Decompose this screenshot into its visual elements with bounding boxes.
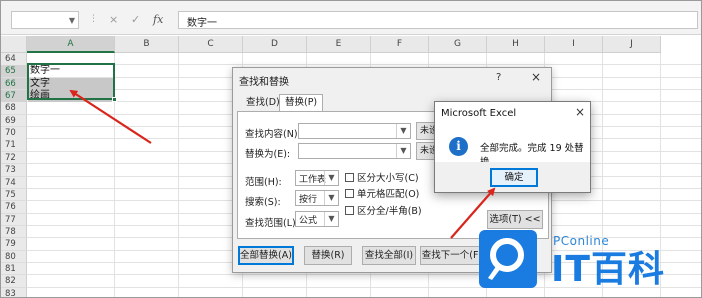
magnifier-logo-icon	[479, 230, 537, 288]
grid-row-line	[27, 64, 701, 66]
tab-replace[interactable]: 替换(P)	[279, 94, 324, 112]
find-next-button[interactable]: 查找下一个(F)	[420, 246, 484, 265]
row-header-68[interactable]: 68	[1, 102, 27, 115]
replace-with-input[interactable]: ▼	[298, 143, 411, 159]
name-box[interactable]: ▼	[11, 11, 79, 29]
message-box-footer: 确定	[435, 162, 590, 192]
look-in-value: 公式	[299, 216, 318, 226]
row-header-70[interactable]: 70	[1, 127, 27, 140]
row-header-74[interactable]: 74	[1, 176, 27, 189]
chevron-down-icon[interactable]: ▼	[69, 16, 75, 25]
row-header-83[interactable]: 83	[1, 287, 27, 297]
find-what-label: 查找内容(N):	[245, 129, 301, 140]
match-width-checkbox[interactable]: 区分全/半角(B)	[345, 203, 422, 217]
match-cell-label: 单元格匹配(O)	[357, 189, 420, 200]
row-header-72[interactable]: 72	[1, 151, 27, 165]
close-icon[interactable]: ×	[575, 105, 585, 119]
select-all-corner[interactable]	[1, 36, 27, 53]
column-header-b[interactable]: B	[115, 36, 179, 53]
column-header-j[interactable]: J	[603, 36, 661, 53]
row-header-67[interactable]: 67	[1, 90, 27, 103]
column-header-i[interactable]: I	[545, 36, 603, 53]
row-header-78[interactable]: 78	[1, 225, 27, 239]
formula-input[interactable]: 数字一	[178, 11, 698, 29]
replace-button[interactable]: 替换(R)	[304, 246, 352, 265]
row-header-64[interactable]: 64	[1, 53, 27, 66]
row-header-77[interactable]: 77	[1, 213, 27, 227]
drag-handle-icon[interactable]: ⋮	[89, 14, 98, 24]
look-in-label: 查找范围(L):	[245, 218, 299, 229]
match-width-label: 区分全/半角(B)	[357, 206, 422, 217]
scope-value: 工作表	[299, 175, 327, 185]
row-header-75[interactable]: 75	[1, 188, 27, 202]
selection-outline	[27, 63, 115, 100]
chevron-down-icon[interactable]: ▼	[324, 212, 338, 226]
column-header-g[interactable]: G	[429, 36, 487, 53]
checkbox-box[interactable]	[345, 173, 354, 182]
row-header-79[interactable]: 79	[1, 238, 27, 251]
row-header-80[interactable]: 80	[1, 250, 27, 264]
match-case-label: 区分大小写(C)	[357, 173, 419, 184]
watermark-logo: PConline IT百科	[479, 226, 689, 296]
search-order-value: 按行	[299, 195, 318, 205]
column-header-c[interactable]: C	[179, 36, 243, 53]
scope-label: 范围(H):	[245, 177, 282, 188]
match-cell-checkbox[interactable]: 单元格匹配(O)	[345, 186, 419, 200]
row-header-82[interactable]: 82	[1, 275, 27, 288]
column-header-e[interactable]: E	[307, 36, 371, 53]
replace-all-button[interactable]: 全部替换(A)	[238, 246, 294, 265]
row-header-69[interactable]: 69	[1, 114, 27, 128]
replace-with-label: 替换为(E):	[245, 149, 291, 160]
message-box-title: Microsoft Excel	[441, 108, 517, 119]
checkbox-box[interactable]	[345, 206, 354, 215]
close-icon[interactable]: ×	[531, 70, 541, 84]
insert-function-icon[interactable]: fx	[153, 13, 163, 26]
column-header-a[interactable]: A	[27, 36, 115, 53]
row-header-66[interactable]: 66	[1, 77, 27, 91]
message-box: Microsoft Excel × i 全部完成。完成 19 处替换。 确定	[434, 101, 591, 193]
match-case-checkbox[interactable]: 区分大小写(C)	[345, 170, 419, 184]
dialog-title: 查找和替换	[239, 77, 289, 88]
watermark-brand: PConline	[553, 234, 610, 248]
scope-select[interactable]: 工作表 ▼	[295, 170, 339, 186]
row-header-76[interactable]: 76	[1, 201, 27, 214]
column-header-h[interactable]: H	[487, 36, 545, 53]
row-header-73[interactable]: 73	[1, 164, 27, 177]
column-header-f[interactable]: F	[371, 36, 429, 53]
find-all-button[interactable]: 查找全部(I)	[362, 246, 416, 265]
chevron-down-icon[interactable]: ▼	[396, 144, 410, 158]
ok-button[interactable]: 确定	[490, 168, 538, 187]
help-icon[interactable]: ?	[496, 72, 501, 83]
checkbox-box[interactable]	[345, 189, 354, 198]
excel-window: ▼ ⋮ × ✓ fx 数字一 A B C D E F G H I J 64 65 66 67 68 69 70 7…	[0, 0, 702, 298]
chevron-down-icon[interactable]: ▼	[324, 191, 338, 205]
chevron-down-icon[interactable]: ▼	[324, 171, 338, 185]
info-icon: i	[449, 137, 468, 156]
enter-icon[interactable]: ✓	[131, 13, 140, 26]
row-header-65[interactable]: 65	[1, 65, 27, 78]
watermark-name: IT百科	[551, 249, 665, 290]
formula-bar: ▼ ⋮ × ✓ fx 数字一	[1, 1, 701, 35]
search-order-select[interactable]: 按行 ▼	[295, 190, 339, 206]
fill-handle[interactable]	[112, 97, 117, 102]
row-header-81[interactable]: 81	[1, 262, 27, 276]
column-header-d[interactable]: D	[243, 36, 307, 53]
look-in-select[interactable]: 公式 ▼	[295, 211, 339, 227]
cancel-icon[interactable]: ×	[109, 13, 118, 26]
chevron-down-icon[interactable]: ▼	[396, 124, 410, 138]
find-what-input[interactable]: ▼	[298, 123, 411, 139]
row-header-71[interactable]: 71	[1, 139, 27, 152]
search-order-label: 搜索(S):	[245, 197, 281, 208]
